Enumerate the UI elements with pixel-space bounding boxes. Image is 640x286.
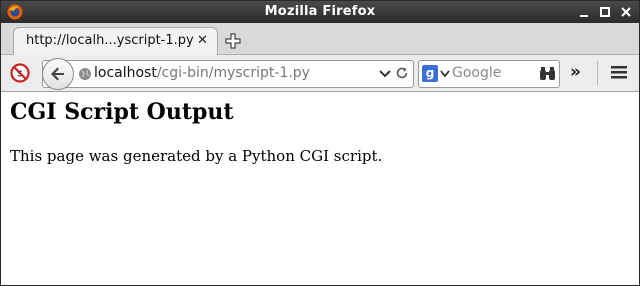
back-arrow-icon bbox=[51, 67, 64, 81]
binoculars-icon[interactable] bbox=[539, 66, 556, 81]
url-host: localhost bbox=[94, 65, 157, 81]
maximize-icon[interactable] bbox=[598, 5, 612, 19]
reload-icon[interactable] bbox=[395, 66, 409, 80]
search-placeholder: Google bbox=[452, 65, 502, 81]
page-content: CGI Script Output This page was generate… bbox=[1, 92, 639, 285]
tab-strip: http://localh...yscript-1.py ✕ bbox=[1, 23, 639, 55]
url-bar[interactable]: localhost/cgi-bin/myscript-1.py bbox=[42, 58, 414, 90]
tab-active[interactable]: http://localh...yscript-1.py ✕ bbox=[13, 27, 218, 55]
search-engine-dropdown-icon[interactable] bbox=[440, 70, 450, 78]
hamburger-menu-icon[interactable] bbox=[611, 65, 627, 79]
page-paragraph: This page was generated by a Python CGI … bbox=[10, 147, 383, 165]
title-bar: Mozilla Firefox bbox=[1, 1, 639, 23]
noscript-icon[interactable]: S bbox=[10, 63, 30, 83]
close-icon[interactable] bbox=[619, 5, 633, 19]
globe-icon[interactable] bbox=[78, 67, 92, 81]
page-heading: CGI Script Output bbox=[10, 99, 234, 125]
tab-label: http://localh...yscript-1.py bbox=[26, 33, 194, 48]
window-title: Mozilla Firefox bbox=[264, 4, 376, 19]
url-path: /cgi-bin/myscript-1.py bbox=[156, 65, 310, 81]
tab-close-icon[interactable]: ✕ bbox=[197, 34, 208, 48]
google-icon[interactable]: g bbox=[422, 65, 438, 82]
chevron-double-right-icon[interactable]: » bbox=[570, 62, 581, 82]
navigation-toolbar: S localhost/cgi-bin/myscript-1.py bbox=[1, 55, 639, 92]
toolbar-divider bbox=[597, 61, 598, 85]
url-text[interactable]: localhost/cgi-bin/myscript-1.py bbox=[94, 65, 310, 81]
new-tab-icon[interactable] bbox=[224, 32, 242, 50]
back-button[interactable] bbox=[42, 58, 74, 90]
browser-window: Mozilla Firefox http://localh...yscript-… bbox=[0, 0, 640, 286]
minimize-icon[interactable] bbox=[577, 5, 591, 19]
chevron-down-icon[interactable] bbox=[379, 69, 391, 79]
search-bar[interactable]: g Google bbox=[418, 60, 560, 88]
